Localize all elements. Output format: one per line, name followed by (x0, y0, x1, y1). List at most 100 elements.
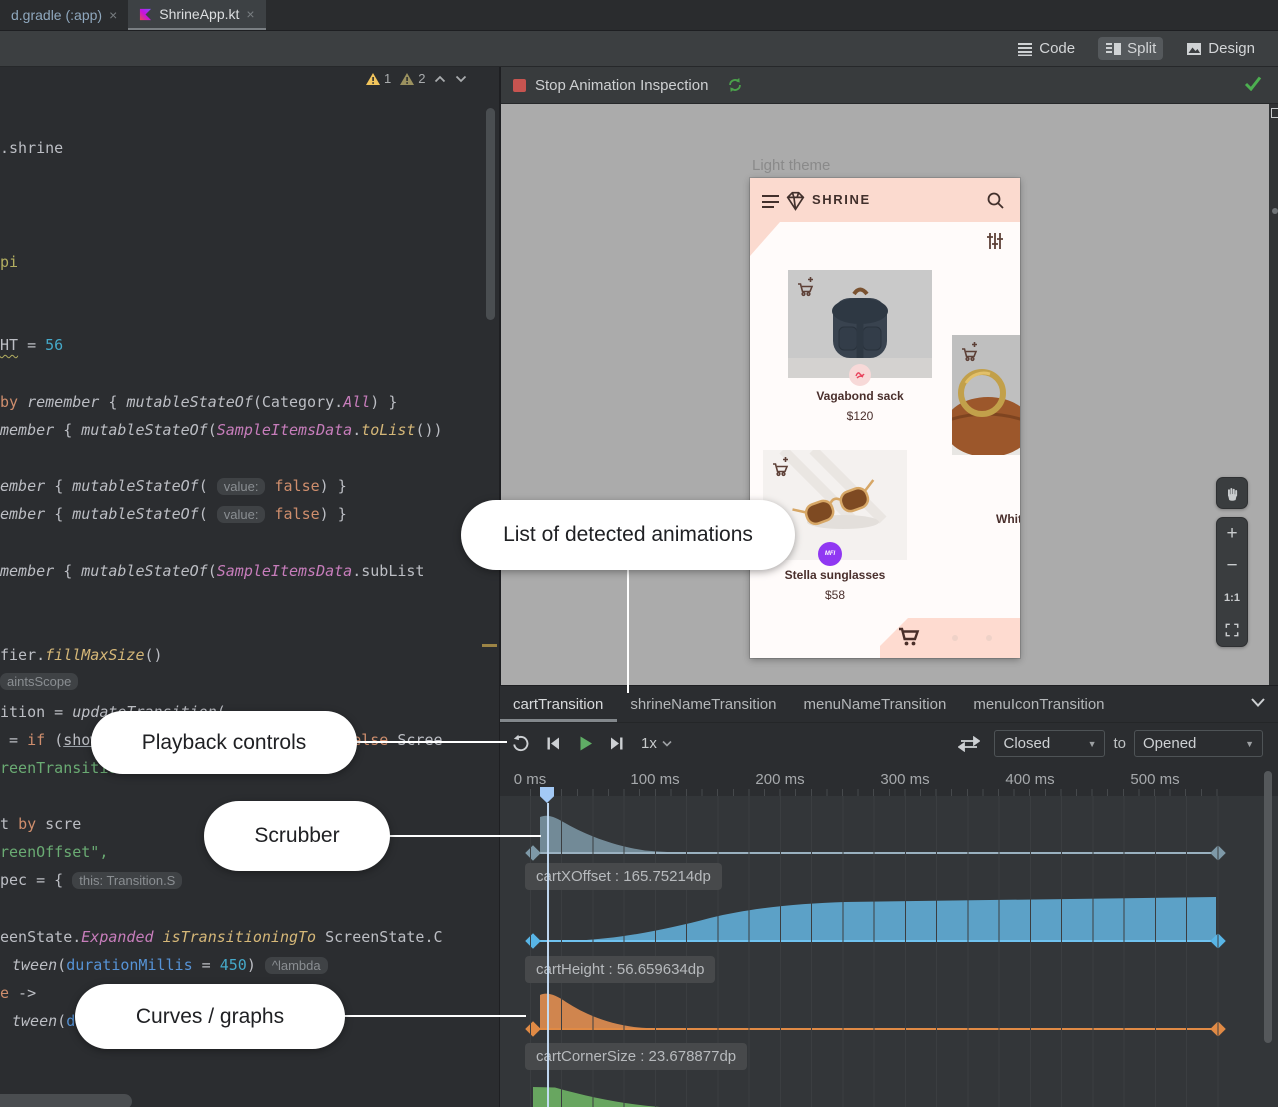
warning-icon (400, 73, 414, 85)
inspection-widget[interactable]: 1 2 (366, 71, 467, 86)
tab-shrineapp[interactable]: ShrineApp.kt × (128, 0, 265, 30)
ruler-label: 300 ms (880, 771, 929, 788)
animation-run-bar: Stop Animation Inspection (501, 67, 1278, 104)
tab-gradle-label: d.gradle (:app) (11, 7, 102, 23)
callout-scrubber: Scrubber (204, 801, 390, 871)
product-price: $120 (788, 409, 932, 423)
callout-line (343, 1015, 526, 1017)
playhead-line[interactable] (547, 803, 549, 1107)
warning-icon (366, 73, 380, 85)
chevron-down-icon[interactable] (455, 75, 467, 83)
gutter-icon (1271, 108, 1278, 118)
code-icon (1017, 42, 1033, 56)
code-line[interactable]: member { mutableStateOf(SampleItemsData.… (0, 419, 443, 441)
warning-strong: 1 (366, 71, 391, 86)
tabs-overflow-chevron-icon[interactable] (1250, 697, 1266, 708)
zoom-ratio-button[interactable]: 1:1 (1217, 582, 1247, 614)
mode-split-label: Split (1127, 40, 1156, 57)
from-state-select[interactable]: Closed▼ (994, 730, 1105, 757)
code-line[interactable]: pec = { this: Transition.S (0, 869, 182, 892)
callout-curves: Curves / graphs (75, 984, 345, 1049)
code-line[interactable]: t by scre (0, 813, 81, 835)
playback-controls: 1x Closed▼ to Opened▼ (500, 723, 1278, 764)
timeline-scrollbar[interactable] (1264, 771, 1272, 1043)
speed-label: 1x (641, 735, 657, 752)
gutter-mark (1272, 208, 1278, 214)
code-line[interactable]: fier.fillMaxSize() (0, 644, 163, 666)
code-line[interactable]: aintsScope (0, 670, 78, 693)
timeline-ruler[interactable]: 0 ms100 ms200 ms300 ms400 ms500 ms (500, 764, 1278, 796)
cart-dot (952, 635, 958, 641)
pan-button[interactable] (1216, 477, 1248, 509)
kotlin-file-icon (139, 8, 152, 21)
curve-label-chip: cartXOffset : 165.75214dp (525, 863, 722, 890)
design-surface[interactable]: Light theme SHRINE (501, 104, 1269, 685)
filter-icon[interactable] (986, 232, 1004, 250)
code-line[interactable]: reenOffset", (0, 841, 108, 863)
code-line[interactable]: .shrine (0, 137, 63, 159)
go-to-end-button[interactable] (609, 736, 625, 751)
code-line[interactable]: ember { mutableStateOf( value: false) } (0, 503, 347, 526)
ruler-label: 500 ms (1130, 771, 1179, 788)
search-icon[interactable] (986, 191, 1005, 210)
zoom-in-button[interactable]: + (1217, 518, 1247, 550)
mode-design-button[interactable]: Design (1179, 37, 1262, 60)
go-to-start-button[interactable] (545, 736, 561, 751)
stop-icon[interactable] (513, 79, 526, 92)
code-line[interactable]: pi (0, 251, 18, 273)
code-line[interactable]: eenState.Expanded isTransitioningTo Scre… (0, 926, 443, 948)
close-icon[interactable]: × (109, 7, 117, 23)
close-icon[interactable]: × (246, 6, 254, 22)
ruler-label: 200 ms (755, 771, 804, 788)
preview-theme-label: Light theme (752, 157, 830, 174)
tab-menu-name-transition[interactable]: menuNameTransition (803, 686, 946, 722)
to-state-value: Opened (1143, 735, 1196, 752)
callout-animations-list: List of detected animations (461, 500, 795, 570)
cart-bar[interactable] (880, 618, 1020, 658)
code-line[interactable]: HT = 56 (0, 334, 63, 356)
product-image-belt[interactable] (952, 335, 1020, 455)
tab-cart-transition[interactable]: cartTransition (513, 686, 603, 722)
code-line[interactable]: by remember { mutableStateOf(Category.Al… (0, 391, 397, 413)
product-name: Vagabond sack (788, 389, 932, 403)
product-image-vagabond[interactable] (788, 270, 932, 378)
chevron-up-icon[interactable] (434, 75, 446, 83)
tab-shrineapp-label: ShrineApp.kt (159, 6, 239, 22)
tab-shrine-name-transition[interactable]: shrineNameTransition (630, 686, 776, 722)
product-price: $58 (763, 588, 907, 602)
play-button[interactable] (576, 734, 595, 753)
zoom-out-button[interactable]: − (1217, 550, 1247, 582)
design-icon (1186, 42, 1202, 56)
run-bar-label[interactable]: Stop Animation Inspection (535, 77, 708, 94)
curve-label-chip: cartCornerSize : 23.678877dp (525, 1043, 747, 1070)
zoom-fit-button[interactable] (1217, 614, 1247, 646)
check-icon (1244, 75, 1262, 91)
mode-code-button[interactable]: Code (1010, 37, 1082, 60)
split-icon (1105, 42, 1121, 56)
code-line[interactable]: tween(durationMillis = 450) ^lambda (12, 954, 328, 977)
editor-scrollbar[interactable] (486, 108, 495, 320)
code-line[interactable]: e -> (0, 982, 36, 1004)
to-state-select[interactable]: Opened▼ (1134, 730, 1263, 757)
ruler-label: 0 ms (514, 771, 547, 788)
loop-button[interactable] (511, 734, 530, 753)
code-line[interactable]: member { mutableStateOf(SampleItemsData.… (0, 560, 424, 582)
fit-screen-icon (1225, 623, 1239, 637)
editor-tab-bar: d.gradle (:app) × ShrineApp.kt × (0, 0, 1278, 31)
mode-split-button[interactable]: Split (1098, 37, 1163, 60)
zoom-controls: + − 1:1 (1216, 517, 1248, 647)
code-line[interactable]: ember { mutableStateOf( value: false) } (0, 475, 347, 498)
shrine-brand-label: SHRINE (812, 178, 871, 222)
timeline-curves[interactable]: cartXOffset : 165.75214dp cartHeight : 5… (500, 796, 1278, 1107)
to-label: to (1113, 735, 1126, 752)
speed-selector[interactable]: 1x (641, 735, 672, 752)
ruler-label: 100 ms (630, 771, 679, 788)
popup-edge (0, 1094, 132, 1107)
fold-marker (482, 644, 497, 647)
menu-icon[interactable] (762, 195, 779, 212)
code-editor[interactable]: .shrine pi HT = 56 by remember { mutableSta… (0, 67, 500, 1107)
tab-gradle[interactable]: d.gradle (:app) × (0, 0, 128, 30)
refresh-icon[interactable] (726, 76, 744, 94)
swap-states-button[interactable] (958, 736, 980, 752)
tab-menu-icon-transition[interactable]: menuIconTransition (973, 686, 1104, 722)
